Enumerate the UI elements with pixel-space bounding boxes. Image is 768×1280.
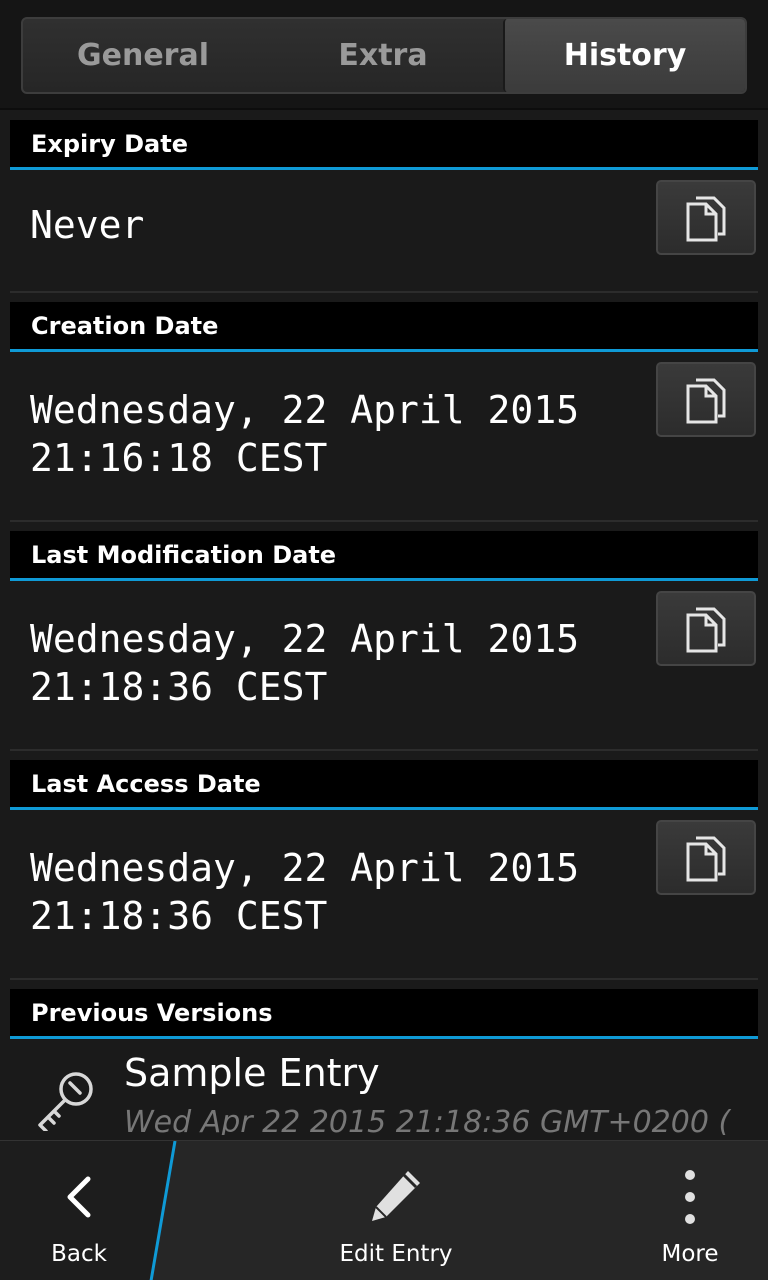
access-section: Last Access Date Wednesday, 22 April 201…: [0, 760, 768, 980]
edit-entry-button[interactable]: Edit Entry: [296, 1141, 496, 1280]
version-text: Sample Entry Wed Apr 22 2015 21:18:36 GM…: [124, 1049, 730, 1135]
tab-history[interactable]: History: [503, 19, 745, 92]
copy-icon: [686, 836, 726, 881]
section-header-modification: Last Modification Date: [10, 531, 758, 581]
section-header-creation: Creation Date: [10, 302, 758, 352]
access-value: Wednesday, 22 April 2015 21:18:36 CEST: [30, 846, 580, 938]
divider: [10, 749, 758, 751]
more-vertical-icon: [685, 1170, 695, 1224]
action-bar: Back Edit Entry More: [0, 1140, 768, 1280]
copy-icon: [686, 378, 726, 423]
modification-section: Last Modification Date Wednesday, 22 Apr…: [0, 531, 768, 751]
modification-row: Wednesday, 22 April 2015 21:18:36 CEST: [0, 581, 768, 749]
copy-icon: [686, 607, 726, 652]
creation-row: Wednesday, 22 April 2015 21:16:18 CEST: [0, 352, 768, 520]
copy-modification-button[interactable]: [656, 591, 756, 666]
expiry-row: Never: [0, 170, 768, 291]
section-header-expiry: Expiry Date: [10, 120, 758, 170]
pencil-icon: [372, 1171, 420, 1221]
edit-entry-label: Edit Entry: [339, 1241, 453, 1267]
version-timestamp: Wed Apr 22 2015 21:18:36 GMT+0200 (: [124, 1105, 731, 1135]
access-row: Wednesday, 22 April 2015 21:18:36 CEST: [0, 810, 768, 978]
top-tab-bar: General Extra History: [0, 0, 768, 110]
section-header-previous-versions: Previous Versions: [10, 989, 758, 1039]
creation-section: Creation Date Wednesday, 22 April 2015 2…: [0, 302, 768, 522]
list-item[interactable]: Sample Entry Wed Apr 22 2015 21:18:36 GM…: [0, 1039, 768, 1135]
history-content[interactable]: Expiry Date Never Creation Date Wednesda…: [0, 112, 768, 1138]
expiry-section: Expiry Date Never: [0, 120, 768, 293]
back-button[interactable]: Back: [0, 1141, 158, 1280]
back-label: Back: [51, 1241, 107, 1267]
divider: [10, 520, 758, 522]
copy-access-button[interactable]: [656, 820, 756, 895]
creation-value: Wednesday, 22 April 2015 21:16:18 CEST: [30, 388, 580, 480]
tab-extra[interactable]: Extra: [263, 19, 503, 92]
expiry-value: Never: [30, 203, 145, 247]
modification-value: Wednesday, 22 April 2015 21:18:36 CEST: [30, 617, 580, 709]
more-label: More: [661, 1241, 719, 1267]
copy-icon: [686, 196, 726, 241]
previous-versions-section: Previous Versions Sample Entry Wed Apr 2…: [0, 989, 768, 1135]
segmented-control: General Extra History: [21, 17, 747, 94]
section-header-access: Last Access Date: [10, 760, 758, 810]
chevron-left-icon: [67, 1176, 91, 1218]
copy-creation-button[interactable]: [656, 362, 756, 437]
more-button[interactable]: More: [630, 1141, 750, 1280]
version-title: Sample Entry: [124, 1051, 380, 1095]
key-icon: [38, 1072, 93, 1131]
copy-expiry-button[interactable]: [656, 180, 756, 255]
tab-general[interactable]: General: [23, 19, 263, 92]
divider: [10, 978, 758, 980]
divider: [10, 291, 758, 293]
